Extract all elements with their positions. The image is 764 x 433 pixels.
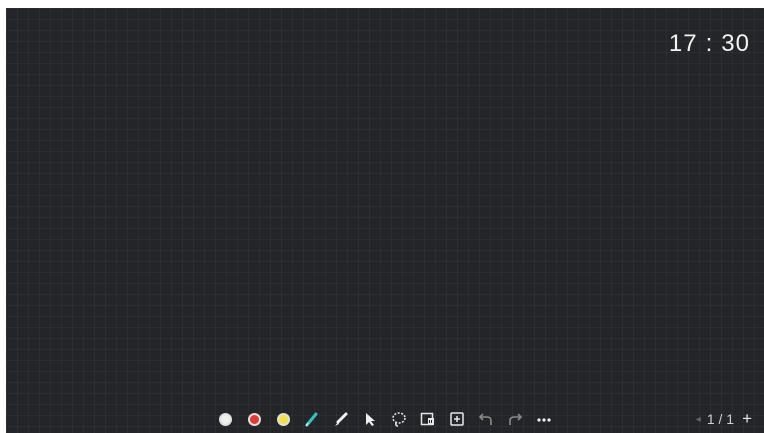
- undo-button[interactable]: [475, 408, 497, 430]
- brush-button[interactable]: [330, 408, 352, 430]
- insert-icon: [450, 412, 464, 426]
- whiteboard-canvas[interactable]: 17:30: [6, 8, 764, 433]
- previous-page-icon[interactable]: ◂: [696, 414, 701, 425]
- clear-page-icon: [420, 412, 434, 426]
- white-color-button[interactable]: [214, 408, 236, 430]
- add-page-icon[interactable]: +: [742, 409, 752, 429]
- more-button[interactable]: [533, 408, 555, 430]
- pen-button[interactable]: [301, 408, 323, 430]
- clock-separator: :: [705, 30, 714, 57]
- white-color-icon: [218, 412, 232, 426]
- select-arrow-icon: [366, 413, 375, 426]
- insert-button[interactable]: [446, 408, 468, 430]
- brush-icon: [335, 412, 348, 426]
- clear-page-button[interactable]: [417, 408, 439, 430]
- clock: 17:30: [669, 30, 750, 58]
- bottom-toolbar: [214, 408, 562, 430]
- red-color-icon: [247, 412, 261, 426]
- yellow-color-button[interactable]: [272, 408, 294, 430]
- page-navigator: ◂ 1 / 1 +: [696, 408, 752, 430]
- more-icon: [537, 418, 551, 422]
- select-button[interactable]: [359, 408, 381, 430]
- clock-hours: 17: [668, 30, 698, 57]
- redo-icon: [509, 413, 523, 425]
- redo-button[interactable]: [504, 408, 526, 430]
- undo-icon: [478, 413, 492, 425]
- pen-icon: [305, 412, 318, 427]
- lasso-button[interactable]: [388, 408, 410, 430]
- clock-minutes: 30: [721, 30, 750, 57]
- red-color-button[interactable]: [243, 408, 265, 430]
- yellow-color-icon: [276, 412, 290, 426]
- lasso-icon: [392, 412, 406, 427]
- page-indicator: 1 / 1: [706, 411, 735, 427]
